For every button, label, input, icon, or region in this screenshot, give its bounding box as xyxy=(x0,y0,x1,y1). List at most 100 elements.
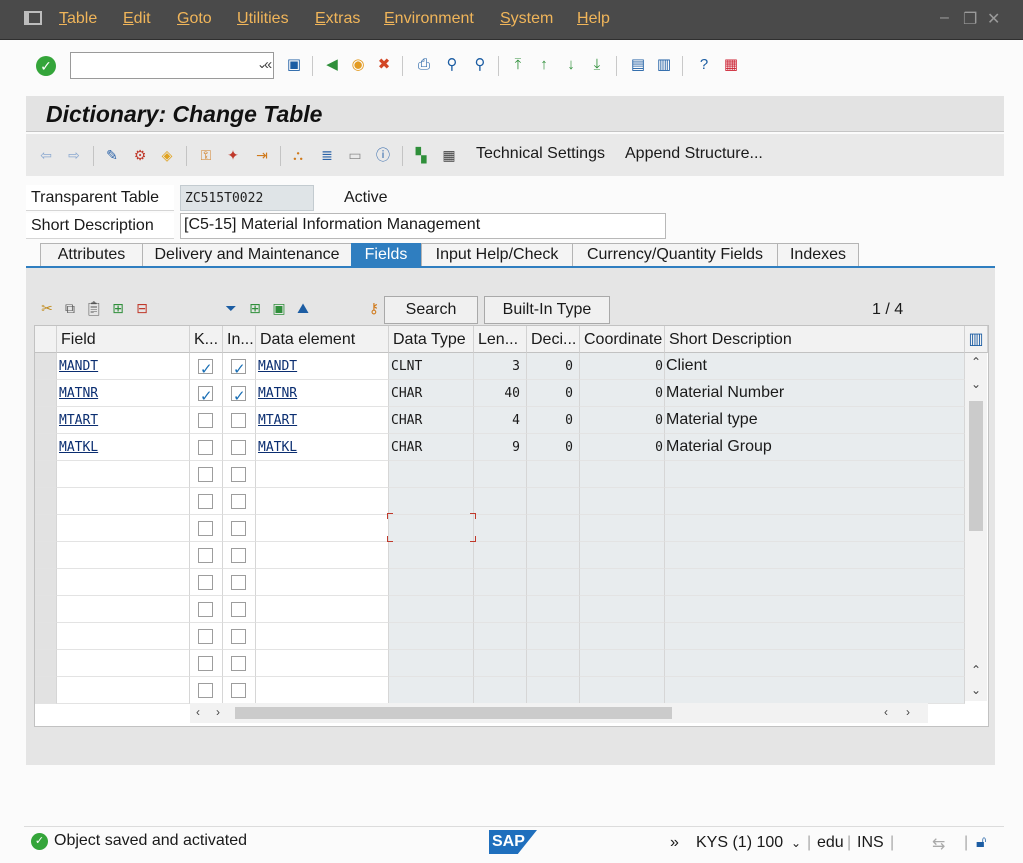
row-selector[interactable] xyxy=(35,569,57,596)
cell-field[interactable] xyxy=(57,569,190,596)
row-selector[interactable] xyxy=(35,650,57,677)
cell-length[interactable]: 9 xyxy=(474,434,527,461)
cell-length[interactable] xyxy=(474,461,527,488)
initial-checkbox-cell[interactable] xyxy=(223,407,256,434)
cell-data-type[interactable] xyxy=(389,677,474,704)
initial-values-checkbox[interactable] xyxy=(231,440,246,455)
tab-indexes[interactable]: Indexes xyxy=(777,243,859,267)
cell-coordinate[interactable] xyxy=(580,569,665,596)
minimize-icon[interactable]: – xyxy=(940,9,949,27)
cell-decimals[interactable] xyxy=(527,650,580,677)
cell-data-element[interactable] xyxy=(256,650,389,677)
save-icon[interactable]: ▣ xyxy=(284,55,304,75)
cell-coordinate[interactable] xyxy=(580,515,665,542)
key-checkbox[interactable] xyxy=(198,357,213,379)
cell-short-description[interactable] xyxy=(665,596,965,623)
scroll-left-icon[interactable]: ‹ xyxy=(196,705,200,719)
cell-decimals[interactable] xyxy=(527,623,580,650)
initial-checkbox-cell[interactable] xyxy=(223,623,256,650)
insert-row-icon[interactable]: ⊞ xyxy=(108,297,128,321)
initial-values-checkbox[interactable] xyxy=(231,656,246,671)
cut-icon[interactable]: ✂ xyxy=(37,297,57,321)
system-info[interactable]: KYS (1) 100 xyxy=(696,834,783,852)
short-description-input[interactable]: [C5-15] Material Information Management xyxy=(180,213,666,239)
last-page-icon[interactable]: ⤓ xyxy=(587,55,607,75)
key-checkbox[interactable] xyxy=(198,683,213,698)
cell-length[interactable] xyxy=(474,488,527,515)
vertical-scrollbar[interactable]: ⌃ ⌄ ⌃ ⌄ xyxy=(965,353,987,701)
search-button[interactable]: Search xyxy=(384,296,478,324)
next-page-icon[interactable]: ↓ xyxy=(561,55,581,75)
cell-short-description[interactable]: Client xyxy=(665,353,965,380)
cell-short-description[interactable]: Material Number xyxy=(665,380,965,407)
cell-coordinate[interactable]: 0 xyxy=(580,434,665,461)
technical-settings-button[interactable]: Technical Settings xyxy=(476,145,605,163)
key-checkbox[interactable] xyxy=(198,656,213,671)
column-header-coordinate[interactable]: Coordinate xyxy=(580,326,665,353)
cell-length[interactable] xyxy=(474,677,527,704)
display-change-icon[interactable]: ✎ xyxy=(102,145,122,165)
cell-decimals[interactable] xyxy=(527,461,580,488)
where-used-icon[interactable]: ⚿ xyxy=(196,145,216,165)
initial-checkbox-cell[interactable] xyxy=(223,515,256,542)
cell-coordinate[interactable]: 0 xyxy=(580,407,665,434)
column-layout-icon[interactable]: ▥ xyxy=(965,326,988,353)
select-all-header[interactable] xyxy=(35,326,57,353)
key-checkbox[interactable] xyxy=(198,575,213,590)
graphic-icon[interactable]: ▚ xyxy=(411,145,431,165)
customize-layout-icon[interactable]: ▦ xyxy=(721,55,741,75)
column-header-data-element[interactable]: Data element xyxy=(256,326,389,353)
cell-data-type[interactable] xyxy=(389,488,474,515)
column-header-initial[interactable]: In... xyxy=(223,326,256,353)
cell-length[interactable]: 40 xyxy=(474,380,527,407)
scroll-up-icon[interactable]: ⌃ xyxy=(971,355,981,369)
cell-data-type[interactable]: CHAR xyxy=(389,407,474,434)
row-selector[interactable] xyxy=(35,488,57,515)
cell-data-element[interactable]: MTART xyxy=(256,407,389,434)
key-checkbox-cell[interactable] xyxy=(190,623,223,650)
next-object-icon[interactable]: ⇨ xyxy=(64,145,84,165)
key-checkbox[interactable] xyxy=(198,521,213,536)
find-icon[interactable]: ⚲ xyxy=(442,55,462,75)
status-message[interactable]: Object saved and activated xyxy=(54,832,247,850)
first-page-icon[interactable]: ⤒ xyxy=(508,55,528,75)
cell-field[interactable] xyxy=(57,542,190,569)
row-selector[interactable] xyxy=(35,542,57,569)
horizontal-scrollbar[interactable]: ‹ › ‹ › xyxy=(190,703,928,723)
tab-currency-quantity-fields[interactable]: Currency/Quantity Fields xyxy=(572,243,778,267)
key-checkbox[interactable] xyxy=(198,548,213,563)
cell-coordinate[interactable] xyxy=(580,650,665,677)
cell-decimals[interactable] xyxy=(527,515,580,542)
cell-decimals[interactable] xyxy=(527,542,580,569)
select-all-icon[interactable]: ▣ xyxy=(269,297,289,321)
cancel-icon[interactable]: ✖ xyxy=(374,55,394,75)
scroll-up-icon[interactable]: ⌃ xyxy=(971,663,981,677)
tab-delivery-maintenance[interactable]: Delivery and Maintenance xyxy=(142,243,352,267)
cell-decimals[interactable] xyxy=(527,596,580,623)
cell-data-element[interactable] xyxy=(256,488,389,515)
print-icon[interactable]: ⎙ xyxy=(414,55,434,75)
key-checkbox-cell[interactable] xyxy=(190,461,223,488)
initial-checkbox-cell[interactable] xyxy=(223,380,256,407)
row-selector[interactable] xyxy=(35,380,57,407)
row-selector[interactable] xyxy=(35,623,57,650)
cell-field[interactable] xyxy=(57,461,190,488)
initial-values-checkbox[interactable] xyxy=(231,494,246,509)
initial-checkbox-cell[interactable] xyxy=(223,650,256,677)
paste-icon[interactable]: 📋︎ xyxy=(84,297,104,321)
initial-checkbox-cell[interactable] xyxy=(223,434,256,461)
column-header-key[interactable]: K... xyxy=(190,326,223,353)
initial-values-checkbox[interactable] xyxy=(231,629,246,644)
collapse-command-icon[interactable]: « xyxy=(258,55,278,75)
initial-checkbox-cell[interactable] xyxy=(223,569,256,596)
cell-coordinate[interactable] xyxy=(580,488,665,515)
previous-page-icon[interactable]: ↑ xyxy=(534,55,554,75)
cell-decimals[interactable]: 0 xyxy=(527,353,580,380)
row-selector[interactable] xyxy=(35,461,57,488)
initial-values-checkbox[interactable] xyxy=(231,413,246,428)
vertical-scroll-thumb[interactable] xyxy=(969,401,983,531)
help-icon[interactable]: ? xyxy=(694,55,714,75)
exit-icon[interactable]: ◉ xyxy=(348,55,368,75)
delete-row-icon[interactable]: ⊟ xyxy=(132,297,152,321)
menu-utilities[interactable]: Utilities xyxy=(237,10,289,28)
